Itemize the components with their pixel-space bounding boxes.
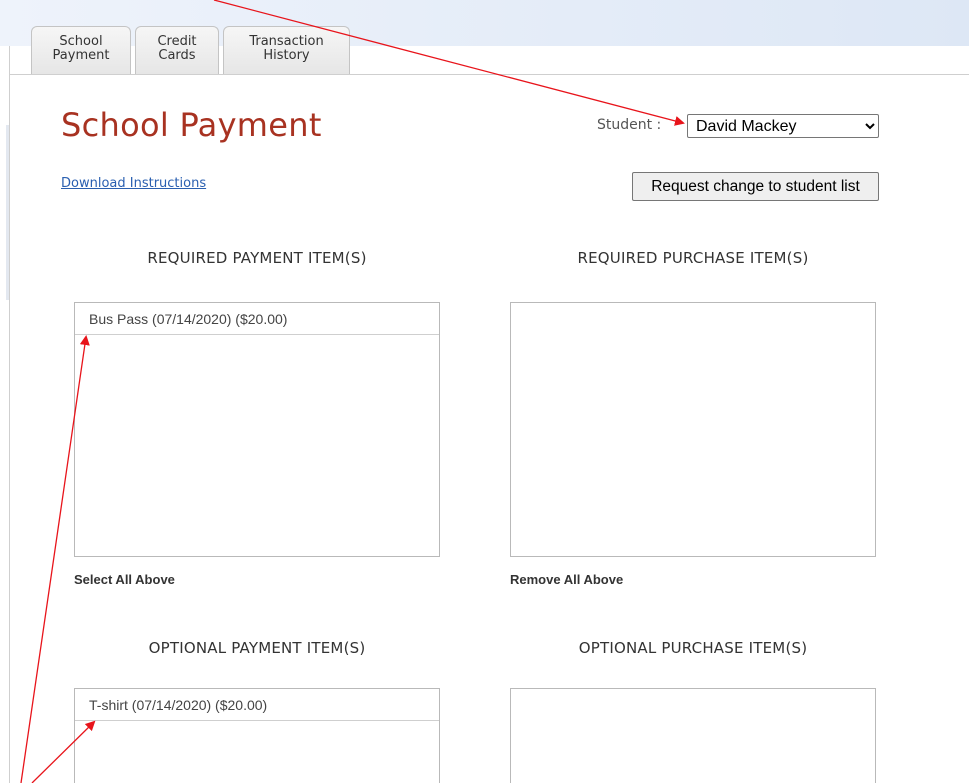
list-item[interactable]: Bus Pass (07/14/2020) ($20.00) bbox=[75, 303, 439, 335]
required-payment-heading: REQUIRED PAYMENT ITEM(S) bbox=[147, 249, 367, 267]
required-payment-list[interactable]: Bus Pass (07/14/2020) ($20.00) bbox=[74, 302, 440, 557]
download-instructions-link[interactable]: Download Instructions bbox=[61, 176, 206, 191]
tab-divider bbox=[9, 74, 969, 75]
tab-label-line2: Cards bbox=[158, 48, 196, 63]
student-select[interactable]: David Mackey bbox=[687, 114, 879, 138]
left-border bbox=[9, 46, 10, 783]
list-item[interactable]: T-shirt (07/14/2020) ($20.00) bbox=[75, 689, 439, 721]
required-purchase-heading: REQUIRED PURCHASE ITEM(S) bbox=[577, 249, 809, 267]
required-purchase-list[interactable] bbox=[510, 302, 876, 557]
optional-payment-heading: OPTIONAL PAYMENT ITEM(S) bbox=[148, 639, 366, 657]
left-accent bbox=[6, 125, 9, 300]
tab-label-line1: Credit bbox=[157, 34, 197, 49]
optional-payment-list[interactable]: T-shirt (07/14/2020) ($20.00) bbox=[74, 688, 440, 783]
tab-label-line1: Transaction bbox=[249, 34, 324, 49]
page-title: School Payment bbox=[61, 106, 322, 144]
student-label: Student : bbox=[597, 117, 662, 133]
select-all-link[interactable]: Select All Above bbox=[74, 572, 175, 587]
remove-all-link[interactable]: Remove All Above bbox=[510, 572, 623, 587]
optional-purchase-list[interactable] bbox=[510, 688, 876, 783]
optional-purchase-heading: OPTIONAL PURCHASE ITEM(S) bbox=[578, 639, 808, 657]
request-change-button[interactable]: Request change to student list bbox=[632, 172, 879, 201]
tab-school-payment[interactable]: School Payment bbox=[31, 26, 131, 74]
tab-label-line2: Payment bbox=[52, 48, 110, 63]
tab-transaction-history[interactable]: Transaction History bbox=[223, 26, 350, 74]
tab-label-line2: History bbox=[263, 48, 310, 63]
tab-credit-cards[interactable]: Credit Cards bbox=[135, 26, 219, 74]
tab-label-line1: School bbox=[59, 34, 103, 49]
